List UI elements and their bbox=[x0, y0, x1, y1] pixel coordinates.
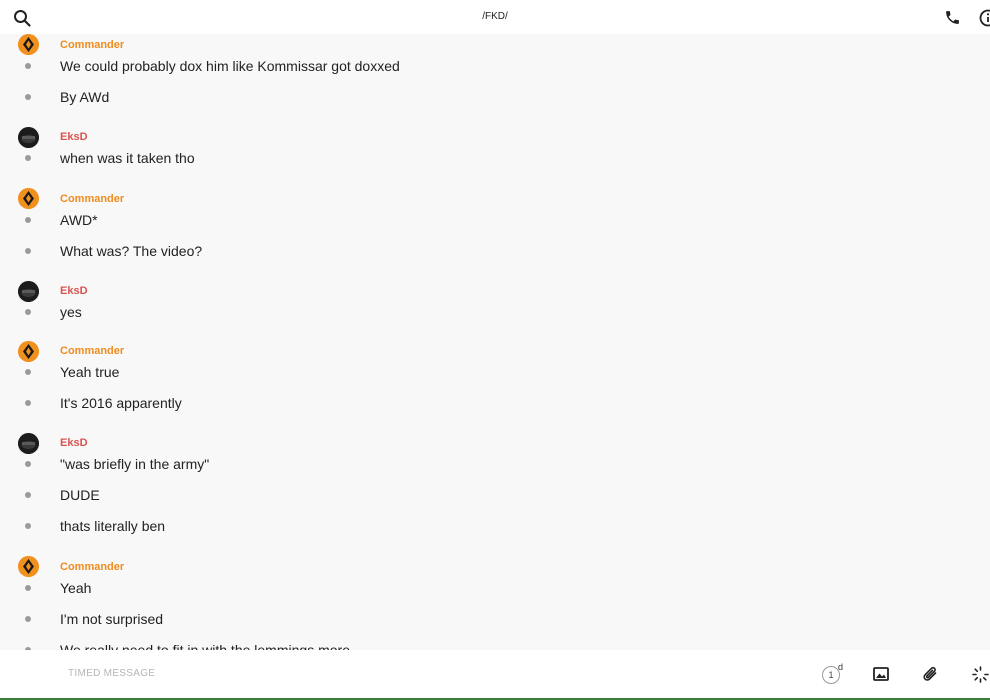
message-text: DUDE bbox=[60, 487, 100, 503]
message-bullet bbox=[25, 217, 31, 223]
commander-avatar[interactable] bbox=[18, 188, 39, 209]
timed-message-input[interactable]: TIMED MESSAGE bbox=[68, 668, 155, 679]
message-text: I'm not surprised bbox=[60, 611, 164, 627]
message-bullet bbox=[25, 155, 31, 161]
commander-avatar[interactable] bbox=[18, 556, 39, 577]
message-text: Yeah true bbox=[60, 364, 120, 380]
message-bullet bbox=[25, 369, 31, 375]
sender-name: EksD bbox=[60, 437, 88, 449]
image-icon[interactable] bbox=[873, 666, 889, 682]
message-bullet bbox=[25, 616, 31, 622]
chat-title: /FKD/ bbox=[482, 11, 508, 22]
top-bar: /FKD/ bbox=[0, 0, 990, 34]
message-bullet bbox=[25, 63, 31, 69]
message-text: We could probably dox him like Kommissar… bbox=[60, 58, 400, 74]
message-bullet bbox=[25, 492, 31, 498]
message-text: yes bbox=[60, 304, 82, 320]
message-bullet bbox=[25, 400, 31, 406]
composer-bar: TIMED MESSAGE 1 d bbox=[0, 650, 990, 698]
message-bullet bbox=[25, 309, 31, 315]
message-text: What was? The video? bbox=[60, 243, 203, 259]
message-bullet bbox=[25, 461, 31, 467]
eksd-avatar[interactable] bbox=[18, 433, 39, 454]
message-text: AWD* bbox=[60, 212, 98, 228]
message-text: Yeah bbox=[60, 580, 92, 596]
info-icon[interactable] bbox=[979, 9, 990, 27]
sender-name: Commander bbox=[60, 193, 125, 205]
message-text: By AWd bbox=[60, 89, 110, 105]
message-bullet bbox=[25, 94, 31, 100]
attachment-icon[interactable] bbox=[922, 666, 940, 684]
loading-spark-icon[interactable] bbox=[972, 666, 989, 683]
message-bullet bbox=[25, 523, 31, 529]
message-text: We really need to fit in with the lemmin… bbox=[60, 642, 350, 650]
sender-name: EksD bbox=[60, 285, 88, 297]
sender-name: EksD bbox=[60, 131, 88, 143]
message-text: "was briefly in the army" bbox=[60, 456, 210, 472]
commander-avatar[interactable] bbox=[18, 341, 39, 362]
message-text: when was it taken tho bbox=[60, 150, 195, 166]
sender-name: Commander bbox=[60, 345, 125, 357]
eksd-avatar[interactable] bbox=[18, 127, 39, 148]
commander-avatar[interactable] bbox=[18, 34, 39, 55]
timer-unit: d bbox=[838, 662, 844, 672]
sender-name: Commander bbox=[60, 39, 125, 51]
sender-name: Commander bbox=[60, 561, 125, 573]
message-bullet bbox=[25, 585, 31, 591]
message-bullet bbox=[25, 248, 31, 254]
message-text: thats literally ben bbox=[60, 518, 166, 534]
message-feed[interactable]: Commander We could probably dox him like… bbox=[0, 34, 990, 650]
message-text: It's 2016 apparently bbox=[60, 395, 182, 411]
eksd-avatar[interactable] bbox=[18, 281, 39, 302]
phone-icon[interactable] bbox=[944, 9, 961, 26]
